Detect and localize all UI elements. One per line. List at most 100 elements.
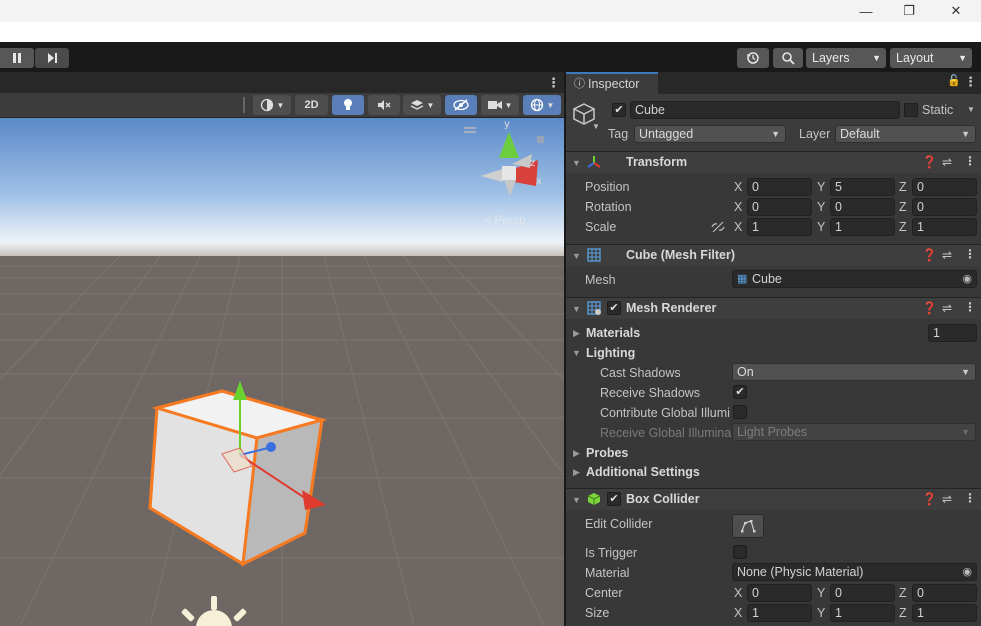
edit-collider-button[interactable] bbox=[732, 514, 764, 538]
edit-collider-label: Edit Collider bbox=[585, 517, 653, 531]
receive-shadows-checkbox[interactable]: ✔ bbox=[733, 385, 747, 399]
lighting-foldout[interactable]: Lighting bbox=[586, 346, 635, 360]
size-z-label: Z bbox=[899, 606, 907, 620]
center-y-field[interactable]: 0 bbox=[830, 584, 895, 602]
help-icon[interactable]: ❓ bbox=[922, 492, 937, 506]
contribute-gi-checkbox[interactable] bbox=[733, 405, 747, 419]
foldout-open-icon[interactable]: ▼ bbox=[572, 304, 581, 314]
inspector-tab-label: Inspector bbox=[588, 77, 640, 91]
materials-count-field[interactable]: 1 bbox=[928, 324, 977, 342]
cast-shadows-dropdown[interactable]: On ▼ bbox=[732, 363, 976, 381]
probes-foldout[interactable]: Probes bbox=[586, 446, 628, 460]
layout-dropdown[interactable]: Layout ▼ bbox=[890, 48, 972, 68]
edit-bounds-icon bbox=[741, 520, 756, 533]
foldout-open-icon[interactable]: ▼ bbox=[572, 495, 581, 505]
history-icon bbox=[747, 52, 759, 64]
help-icon[interactable]: ❓ bbox=[922, 155, 937, 169]
scene-viewport[interactable]: y z x < Persp bbox=[0, 118, 564, 626]
size-y-field[interactable]: 1 bbox=[830, 604, 895, 622]
size-x-label: X bbox=[734, 606, 743, 620]
position-y-field[interactable]: 5 bbox=[830, 178, 895, 196]
size-z-field[interactable]: 1 bbox=[912, 604, 977, 622]
materials-foldout[interactable]: Materials bbox=[586, 326, 640, 340]
scene-more-menu-icon[interactable]: ⋮ bbox=[547, 75, 560, 91]
component-menu-icon[interactable]: ⋮ bbox=[964, 154, 976, 168]
foldout-open-icon[interactable]: ▼ bbox=[572, 251, 581, 261]
physic-material-field[interactable]: None (Physic Material) ◉ bbox=[732, 563, 977, 581]
transform-header[interactable]: ▼ Transform ❓ ⇌ ⋮ bbox=[566, 151, 981, 173]
scene-visibility-toggle[interactable] bbox=[445, 95, 477, 115]
chevron-down-icon[interactable]: ▼ bbox=[967, 105, 975, 114]
mesh-object-field[interactable]: ▦ Cube ◉ bbox=[732, 270, 977, 288]
chevron-down-icon: ▼ bbox=[546, 100, 555, 110]
center-x-field[interactable]: 0 bbox=[747, 584, 812, 602]
box-collider-enabled-checkbox[interactable]: ✔ bbox=[607, 492, 621, 506]
mesh-filter-header[interactable]: ▼ Cube (Mesh Filter) ❓ ⇌ ⋮ bbox=[566, 244, 981, 266]
help-icon[interactable]: ❓ bbox=[922, 248, 937, 262]
additional-settings-foldout[interactable]: Additional Settings bbox=[586, 465, 700, 479]
foldout-open-icon[interactable]: ▼ bbox=[572, 348, 581, 358]
rotation-y-field[interactable]: 0 bbox=[830, 198, 895, 216]
tag-dropdown[interactable]: Untagged ▼ bbox=[634, 125, 786, 143]
search-button[interactable] bbox=[773, 48, 803, 68]
position-z-field[interactable]: 0 bbox=[912, 178, 977, 196]
presets-icon[interactable]: ⇌ bbox=[942, 301, 952, 315]
active-checkbox[interactable]: ✔ bbox=[612, 103, 626, 117]
box-collider-header[interactable]: ▼ ✔ Box Collider ❓ ⇌ ⋮ bbox=[566, 488, 981, 510]
tag-label: Tag bbox=[608, 127, 629, 141]
lighting-toggle-button[interactable] bbox=[332, 95, 364, 115]
object-name-field[interactable]: Cube bbox=[630, 101, 900, 119]
static-checkbox[interactable] bbox=[904, 103, 918, 117]
presets-icon[interactable]: ⇌ bbox=[942, 492, 952, 506]
component-menu-icon[interactable]: ⋮ bbox=[964, 300, 976, 314]
pause-button[interactable] bbox=[0, 48, 34, 68]
panel-splitter[interactable] bbox=[564, 72, 566, 626]
rotation-x-field[interactable]: 0 bbox=[747, 198, 812, 216]
component-menu-icon[interactable]: ⋮ bbox=[964, 491, 976, 505]
is-trigger-checkbox[interactable] bbox=[733, 545, 747, 559]
tab-inspector[interactable]: ⓘ Inspector bbox=[566, 72, 658, 94]
camera-settings-dropdown[interactable]: ▼ bbox=[481, 95, 519, 115]
toggle-2d-button[interactable]: 2D bbox=[295, 95, 328, 115]
audio-toggle-button[interactable] bbox=[368, 95, 400, 115]
foldout-closed-icon[interactable]: ▶ bbox=[573, 328, 580, 339]
size-x-field[interactable]: 1 bbox=[747, 604, 812, 622]
center-z-field[interactable]: 0 bbox=[912, 584, 977, 602]
rotation-z-field[interactable]: 0 bbox=[912, 198, 977, 216]
mesh-renderer-enabled-checkbox[interactable]: ✔ bbox=[607, 301, 621, 315]
help-icon[interactable]: ❓ bbox=[922, 301, 937, 315]
close-button[interactable]: ✕ bbox=[933, 0, 979, 22]
layers-dropdown[interactable]: Layers ▼ bbox=[806, 48, 886, 68]
lock-icon[interactable]: 🔓 bbox=[947, 74, 961, 87]
presets-icon[interactable]: ⇌ bbox=[942, 248, 952, 262]
presets-icon[interactable]: ⇌ bbox=[942, 155, 952, 169]
layer-dropdown[interactable]: Default ▼ bbox=[835, 125, 976, 143]
scale-x-label: X bbox=[734, 220, 743, 234]
scale-z-field[interactable]: 1 bbox=[912, 218, 977, 236]
lock-view-icon[interactable] bbox=[537, 136, 544, 143]
gizmos-dropdown[interactable]: ▼ bbox=[523, 95, 561, 115]
step-button[interactable] bbox=[35, 48, 69, 68]
inspector-more-icon[interactable]: ⋮ bbox=[964, 74, 977, 90]
object-picker-icon[interactable]: ◉ bbox=[962, 564, 972, 580]
position-x-field[interactable]: 0 bbox=[747, 178, 812, 196]
foldout-closed-icon[interactable]: ▶ bbox=[573, 448, 580, 459]
rotation-z-label: Z bbox=[899, 200, 907, 214]
scale-x-field[interactable]: 1 bbox=[747, 218, 812, 236]
chevron-down-icon: ▼ bbox=[276, 100, 285, 110]
constrain-proportions-icon[interactable] bbox=[711, 221, 725, 233]
gizmo-z-label: z bbox=[530, 158, 535, 169]
restore-button[interactable]: ❐ bbox=[886, 0, 932, 22]
component-menu-icon[interactable]: ⋮ bbox=[964, 247, 976, 261]
foldout-open-icon[interactable]: ▼ bbox=[572, 158, 581, 168]
chevron-down-icon[interactable]: ▼ bbox=[592, 122, 600, 131]
mesh-renderer-header[interactable]: ▼ ✔ Mesh Renderer ❓ ⇌ ⋮ bbox=[566, 297, 981, 319]
draw-mode-dropdown[interactable]: ▼ bbox=[253, 95, 291, 115]
scale-y-field[interactable]: 1 bbox=[830, 218, 895, 236]
minimize-button[interactable]: — bbox=[843, 0, 889, 22]
undo-history-button[interactable] bbox=[737, 48, 769, 68]
foldout-closed-icon[interactable]: ▶ bbox=[573, 467, 580, 478]
object-picker-icon[interactable]: ◉ bbox=[962, 271, 972, 287]
projection-label[interactable]: < Persp bbox=[484, 213, 526, 227]
effects-dropdown[interactable]: ▼ bbox=[403, 95, 441, 115]
